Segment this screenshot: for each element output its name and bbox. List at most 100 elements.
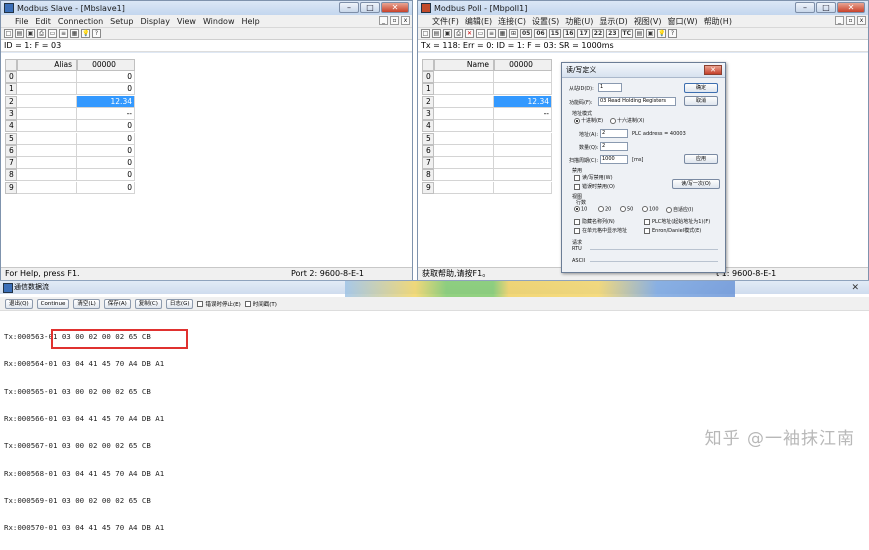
alias-cell[interactable] (17, 83, 77, 96)
new-icon[interactable]: □ (421, 29, 430, 38)
fc-23-button[interactable]: 23 (606, 29, 619, 38)
mdi-close-button[interactable]: x (401, 16, 410, 25)
maximize-button[interactable]: □ (360, 2, 380, 13)
menu-window[interactable]: Window (203, 17, 235, 26)
value-cell[interactable] (494, 71, 552, 83)
value-cell[interactable]: 12.34 (77, 95, 135, 108)
help-icon[interactable]: ? (668, 29, 678, 38)
save-icon[interactable]: ▣ (26, 29, 35, 38)
text-icon[interactable]: ▤ (635, 29, 645, 38)
fc-05-button[interactable]: 05 (520, 29, 533, 38)
alias-cell[interactable] (17, 95, 77, 108)
rw-disabled-checkbox[interactable]: 读/写禁用(W) (574, 174, 613, 181)
traffic-close-button[interactable]: ✕ (851, 283, 859, 293)
value-cell[interactable] (494, 144, 552, 157)
dialog-close-button[interactable]: ✕ (704, 65, 722, 75)
menu-file[interactable]: File (15, 17, 28, 26)
rows-100-radio[interactable]: 100 (642, 206, 659, 213)
hex-radio[interactable]: 十六进制(X) (610, 117, 644, 124)
menu-function[interactable]: 功能(U) (565, 16, 593, 27)
value-cell[interactable] (494, 120, 552, 133)
scan-rate-input[interactable]: 1000 (600, 155, 628, 164)
open-icon[interactable]: ▤ (15, 29, 24, 38)
maximize-button[interactable]: □ (816, 2, 836, 13)
enron-checkbox[interactable]: Enron/Daniel模式(E) (644, 227, 701, 234)
menu-setup[interactable]: Setup (110, 17, 133, 26)
mdi-minimize-button[interactable]: _ (835, 16, 844, 25)
mdi-close-button[interactable]: x (857, 16, 866, 25)
save-button[interactable]: 保存(A) (103, 298, 131, 309)
open-icon[interactable]: ▤ (432, 29, 441, 38)
alias-cell[interactable] (17, 132, 77, 145)
alias-cell[interactable] (434, 132, 494, 145)
copy-button[interactable]: 复制(C) (134, 298, 162, 309)
list-icon[interactable]: ≡ (487, 29, 496, 38)
poll-title-bar[interactable]: Modbus Poll - [Mbpoll1] – □ ✕ (418, 1, 868, 15)
alias-cell[interactable] (17, 120, 77, 133)
menu-edit[interactable]: 编辑(E) (465, 16, 492, 27)
value-cell[interactable] (494, 132, 552, 145)
value-cell[interactable]: 0 (77, 181, 135, 194)
menu-edit[interactable]: Edit (35, 17, 51, 26)
tc-button[interactable]: TC (620, 29, 634, 38)
slave-title-bar[interactable]: Modbus Slave - [Mbslave1] – □ ✕ (1, 1, 412, 15)
read-icon[interactable]: ⊞ (509, 29, 518, 38)
print-icon[interactable]: ⎙ (37, 29, 46, 38)
continue-button[interactable]: Continue (36, 298, 70, 309)
clear-button[interactable]: 清空(L) (73, 298, 100, 309)
fc-17-button[interactable]: 17 (577, 29, 590, 38)
function-select[interactable]: 03 Read Holding Registers (4x) (598, 97, 676, 106)
plc-base-checkbox[interactable]: PLC地址(起始地址为1)(F) (644, 218, 710, 225)
close-button[interactable]: ✕ (381, 2, 409, 13)
alias-cell[interactable] (17, 169, 77, 182)
rows-50-radio[interactable]: 50 (620, 206, 633, 213)
list-icon[interactable]: ≡ (59, 29, 68, 38)
menu-display[interactable]: Display (140, 17, 170, 26)
log-button[interactable]: 日志(G) (165, 298, 194, 309)
exit-button[interactable]: 退出(Q) (5, 298, 33, 309)
hide-alias-checkbox[interactable]: 隐藏名称列(N) (574, 218, 615, 225)
cancel-button[interactable]: 取消 (684, 96, 718, 106)
quantity-input[interactable]: 2 (600, 142, 628, 151)
alias-cell[interactable] (17, 157, 77, 170)
menu-help[interactable]: Help (241, 17, 259, 26)
menu-connection[interactable]: Connection (58, 17, 103, 26)
alias-cell[interactable] (434, 83, 494, 96)
menu-help[interactable]: 帮助(H) (704, 16, 732, 27)
value-cell[interactable] (494, 83, 552, 96)
menu-setup[interactable]: 设置(S) (532, 16, 559, 27)
cancel-icon[interactable]: ✕ (465, 29, 474, 38)
slave-id-input[interactable]: 1 (598, 83, 622, 92)
menu-window[interactable]: 窗口(W) (668, 16, 698, 27)
decimal-radio[interactable]: 十进制(E) (574, 117, 603, 124)
timestamp-checkbox[interactable]: 时间戳(T) (244, 300, 277, 308)
mdi-minimize-button[interactable]: _ (379, 16, 388, 25)
alias-cell[interactable] (434, 120, 494, 133)
rows-10-radio[interactable]: 10 (574, 206, 587, 213)
value-cell[interactable]: 0 (77, 132, 135, 145)
fc-06-button[interactable]: 06 (534, 29, 547, 38)
alias-cell[interactable] (434, 181, 494, 194)
fc-16-button[interactable]: 16 (563, 29, 576, 38)
alias-cell[interactable] (434, 71, 494, 83)
value-cell[interactable]: 0 (77, 120, 135, 133)
value-cell[interactable]: 0 (77, 144, 135, 157)
mdi-restore-button[interactable]: ▫ (846, 16, 855, 25)
read-write-once-button[interactable]: 读/写一次(O) (672, 179, 720, 189)
value-cell[interactable]: 0 (77, 157, 135, 170)
alias-cell[interactable] (434, 169, 494, 182)
value-cell[interactable]: -- (494, 107, 552, 120)
alias-cell[interactable] (434, 144, 494, 157)
alias-cell[interactable] (17, 181, 77, 194)
chart-icon[interactable]: ▣ (646, 29, 656, 38)
print-icon[interactable]: ⎙ (454, 29, 463, 38)
menu-view[interactable]: View (177, 17, 196, 26)
table-icon[interactable]: ▦ (498, 29, 507, 38)
alias-cell[interactable] (17, 107, 77, 120)
menu-view[interactable]: 视图(V) (634, 16, 662, 27)
address-input[interactable]: 2 (600, 129, 628, 138)
save-icon[interactable]: ▣ (443, 29, 452, 38)
window-icon[interactable]: ▭ (48, 29, 57, 38)
menu-display[interactable]: 显示(D) (599, 16, 627, 27)
mdi-restore-button[interactable]: ▫ (390, 16, 399, 25)
